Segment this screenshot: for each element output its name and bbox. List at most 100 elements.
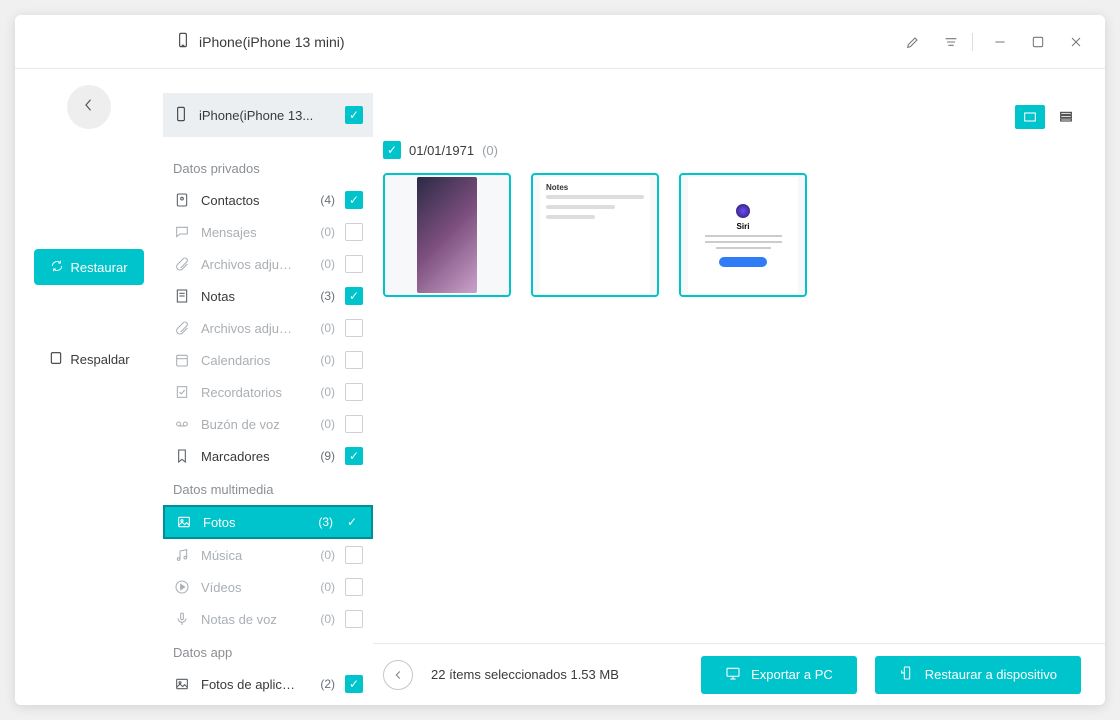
category-count: (0) xyxy=(307,612,335,626)
category-name: Música xyxy=(201,548,297,563)
category-count: (0) xyxy=(307,257,335,271)
category-bookmarks[interactable]: Marcadores(9) xyxy=(163,440,373,472)
category-attach2[interactable]: Archivos adjunt... (0) xyxy=(163,312,373,344)
backup-button[interactable]: Respaldar xyxy=(34,341,144,377)
content-area: 01/01/1971 (0) Notes Siri 22 ítems selec… xyxy=(373,69,1105,705)
backup-label: Respaldar xyxy=(70,352,129,367)
category-voicenotes[interactable]: Notas de voz (0) xyxy=(163,603,373,635)
minimize-button[interactable] xyxy=(989,31,1011,53)
attach1-icon xyxy=(173,256,191,272)
device-selector[interactable]: iPhone(iPhone 13... xyxy=(163,93,373,137)
category-contacts[interactable]: Contactos (4) xyxy=(163,184,373,216)
device-checkbox[interactable] xyxy=(345,106,363,124)
category-count: (2) xyxy=(307,677,335,691)
refresh-icon xyxy=(50,259,64,276)
edit-icon[interactable] xyxy=(902,31,924,53)
category-count: (0) xyxy=(307,548,335,562)
category-count: (0) xyxy=(307,385,335,399)
category-name: Buzón de voz xyxy=(201,417,297,432)
restore-device-label: Restaurar a dispositivo xyxy=(925,667,1057,682)
restore-device-button[interactable]: Restaurar a dispositivo xyxy=(875,656,1081,694)
titlebar-device-name: iPhone(iPhone 13 mini) xyxy=(199,34,345,50)
category-messages[interactable]: Mensajes (0) xyxy=(163,216,373,248)
notes-icon xyxy=(173,288,191,304)
category-checkbox[interactable] xyxy=(345,383,363,401)
back-button[interactable] xyxy=(67,85,111,129)
prev-page-button[interactable] xyxy=(383,660,413,690)
category-appphotos[interactable]: Fotos de aplicaci...(2) xyxy=(163,668,373,700)
titlebar: iPhone(iPhone 13 mini) xyxy=(15,15,1105,69)
thumbnail[interactable]: Notes xyxy=(531,173,659,297)
selection-status: 22 ítems seleccionados 1.53 MB xyxy=(431,667,619,682)
category-checkbox[interactable] xyxy=(345,415,363,433)
date-checkbox[interactable] xyxy=(383,141,401,159)
category-name: Notas de voz xyxy=(201,612,297,627)
phone-icon xyxy=(173,106,189,125)
category-calendars[interactable]: Calendarios (0) xyxy=(163,344,373,376)
category-voicemail[interactable]: Buzón de voz (0) xyxy=(163,408,373,440)
category-checkbox[interactable] xyxy=(345,610,363,628)
close-button[interactable] xyxy=(1065,31,1087,53)
content-toolbar xyxy=(373,69,1105,137)
date-group-header: 01/01/1971 (0) xyxy=(373,137,1105,173)
videos-icon xyxy=(173,579,191,595)
menu-icon[interactable] xyxy=(940,31,962,53)
category-checkbox[interactable] xyxy=(345,191,363,209)
section-private: Datos privados xyxy=(163,151,373,184)
category-name: Calendarios xyxy=(201,353,297,368)
category-count: (4) xyxy=(307,193,335,207)
photos-icon xyxy=(175,514,193,530)
attach2-icon xyxy=(173,320,191,336)
category-count: (9) xyxy=(307,449,335,463)
bookmarks-icon xyxy=(173,448,191,464)
category-count: (0) xyxy=(307,580,335,594)
messages-icon xyxy=(173,224,191,240)
divider xyxy=(972,33,973,51)
date-count: (0) xyxy=(482,143,498,158)
category-checkbox[interactable] xyxy=(343,513,361,531)
category-checkbox[interactable] xyxy=(345,546,363,564)
category-videos[interactable]: Vídeos (0) xyxy=(163,571,373,603)
device-label: iPhone(iPhone 13... xyxy=(199,108,335,123)
category-checkbox[interactable] xyxy=(345,675,363,693)
maximize-button[interactable] xyxy=(1027,31,1049,53)
category-name: Contactos xyxy=(201,193,297,208)
view-grid-button[interactable] xyxy=(1015,105,1045,129)
appphotos-icon xyxy=(173,676,191,692)
category-checkbox[interactable] xyxy=(345,255,363,273)
category-name: Archivos adjunt... xyxy=(201,321,297,336)
voicenotes-icon xyxy=(173,611,191,627)
category-count: (0) xyxy=(307,321,335,335)
left-rail: Restaurar Respaldar xyxy=(15,69,163,705)
category-count: (0) xyxy=(307,225,335,239)
category-count: (3) xyxy=(305,515,333,529)
app-window: iPhone(iPhone 13 mini) Restaurar Respald… xyxy=(15,15,1105,705)
backup-icon xyxy=(48,350,64,369)
category-checkbox[interactable] xyxy=(345,319,363,337)
category-checkbox[interactable] xyxy=(345,578,363,596)
category-attach1[interactable]: Archivos adjunt...(0) xyxy=(163,248,373,280)
thumbnail[interactable] xyxy=(383,173,511,297)
category-count: (0) xyxy=(307,417,335,431)
thumbnail[interactable]: Siri xyxy=(679,173,807,297)
category-checkbox[interactable] xyxy=(345,351,363,369)
category-name: Mensajes xyxy=(201,225,297,240)
category-checkbox[interactable] xyxy=(345,223,363,241)
sidebar: iPhone(iPhone 13... Datos privados Conta… xyxy=(163,69,373,705)
category-name: Vídeos xyxy=(201,580,297,595)
category-count: (0) xyxy=(307,353,335,367)
calendars-icon xyxy=(173,352,191,368)
titlebar-device: iPhone(iPhone 13 mini) xyxy=(175,32,345,51)
category-name: Recordatorios xyxy=(201,385,297,400)
category-music[interactable]: Música (0) xyxy=(163,539,373,571)
category-reminders[interactable]: Recordatorios (0) xyxy=(163,376,373,408)
view-list-button[interactable] xyxy=(1051,105,1081,129)
category-checkbox[interactable] xyxy=(345,447,363,465)
export-pc-button[interactable]: Exportar a PC xyxy=(701,656,857,694)
category-notes[interactable]: Notas(3) xyxy=(163,280,373,312)
restore-button[interactable]: Restaurar xyxy=(34,249,144,285)
phone-icon xyxy=(175,32,191,51)
category-photos[interactable]: Fotos(3) xyxy=(163,505,373,539)
category-checkbox[interactable] xyxy=(345,287,363,305)
export-label: Exportar a PC xyxy=(751,667,833,682)
